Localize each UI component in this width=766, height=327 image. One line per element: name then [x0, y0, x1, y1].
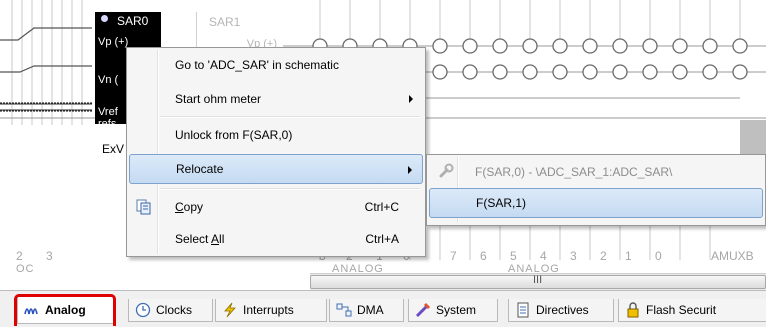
ruler-label: ANALOG [332, 263, 384, 273]
tab-clocks[interactable]: Clocks [128, 299, 213, 322]
menu-item-relocate[interactable]: Relocate [129, 154, 423, 184]
menu-item-copy[interactable]: Copy Ctrl+C [129, 194, 423, 220]
exv-label: ExV [102, 142, 125, 156]
directives-icon [515, 302, 531, 318]
dma-icon [336, 302, 352, 318]
ruler-number: 3 [46, 249, 53, 263]
submenu-item-current: F(SAR,0) - \ADC_SAR_1:ADC_SAR\ [429, 158, 763, 186]
lightning-icon [222, 302, 238, 318]
menu-item-label: Relocate [176, 162, 224, 176]
menu-item-label: Unlock from F(SAR,0) [175, 128, 293, 142]
sar0-refs-label: refs [98, 118, 117, 130]
relocate-submenu: F(SAR,0) - \ADC_SAR_1:ADC_SAR\ F(SAR,1) [426, 154, 766, 226]
wrench-icon [438, 163, 454, 179]
scrollbar-grip-icon: III [533, 274, 543, 286]
menu-item-label: Start ohm meter [175, 92, 262, 106]
menu-separator [160, 116, 420, 118]
ruler-label: OC [16, 263, 35, 273]
sar0-pin-vp: Vp (+) [98, 36, 129, 48]
ruler-number: 5 [510, 249, 517, 263]
analog-tab-highlight [14, 294, 116, 326]
menu-shortcut: Ctrl+A [365, 232, 399, 246]
status-dot-icon [101, 15, 108, 22]
clock-icon [135, 302, 151, 318]
ruler-number: 2 [16, 249, 23, 263]
menu-item-label: Go to 'ADC_SAR' in schematic [175, 58, 339, 72]
tab-label: DMA [357, 303, 384, 317]
menu-item-label: Copy [175, 200, 204, 214]
menu-item-label: C [175, 200, 184, 214]
ruler-number: 4 [540, 249, 547, 263]
sar0-pin-vref: Vref refs [98, 106, 118, 130]
ruler-number: 2 [600, 249, 607, 263]
submenu-item-label: F(SAR,0) - \ADC_SAR_1:ADC_SAR\ [475, 165, 673, 179]
tab-directives[interactable]: Directives [508, 299, 614, 322]
sar0-vref-label: Vref [98, 106, 118, 118]
submenu-arrow-icon [409, 95, 413, 103]
menu-item-goto-schematic[interactable]: Go to 'ADC_SAR' in schematic [129, 52, 423, 78]
ruler-number: 0 [655, 249, 662, 263]
ruler-number: 1 [625, 249, 632, 263]
ruler-number: 6 [480, 249, 487, 263]
ruler-label: ANALOG [508, 263, 560, 273]
tab-system[interactable]: System [408, 299, 498, 322]
menu-item-start-ohm-meter[interactable]: Start ohm meter [129, 86, 423, 112]
lock-icon [625, 302, 641, 318]
menu-item-label: Select All [175, 232, 225, 246]
submenu-arrow-icon [408, 166, 412, 174]
menu-item-unlock[interactable]: Unlock from F(SAR,0) [129, 122, 423, 148]
tab-dma[interactable]: DMA [329, 299, 404, 322]
copy-icon [136, 199, 152, 215]
submenu-item-f-sar-1[interactable]: F(SAR,1) [429, 188, 763, 218]
menu-item-select-all[interactable]: Select All Ctrl+A [129, 226, 423, 252]
tab-interrupts[interactable]: Interrupts [215, 299, 327, 322]
menu-gutter [157, 50, 159, 254]
tab-label: System [436, 303, 477, 317]
menu-shortcut: Ctrl+C [364, 200, 399, 214]
menu-separator [160, 188, 420, 190]
sar1-title: SAR1 [209, 15, 241, 29]
system-icon [415, 302, 431, 318]
sar0-title: SAR0 [117, 14, 149, 28]
tab-label: Interrupts [243, 303, 294, 317]
tab-flash-security[interactable]: Flash Securit [618, 299, 766, 322]
tab-label: Directives [536, 303, 589, 317]
sar0-pin-vn: Vn ( [98, 74, 119, 86]
context-menu: Go to 'ADC_SAR' in schematic Start ohm m… [126, 47, 426, 257]
ruler-number: 3 [570, 249, 577, 263]
menu-item-label: A [211, 232, 220, 246]
tab-label: Flash Securit [646, 303, 717, 317]
ruler-number: 7 [450, 249, 457, 263]
horizontal-scrollbar[interactable]: III [310, 273, 766, 291]
tab-label: Clocks [156, 303, 193, 317]
amux-label: AMUXB [711, 249, 754, 263]
submenu-item-label: F(SAR,1) [476, 196, 527, 210]
